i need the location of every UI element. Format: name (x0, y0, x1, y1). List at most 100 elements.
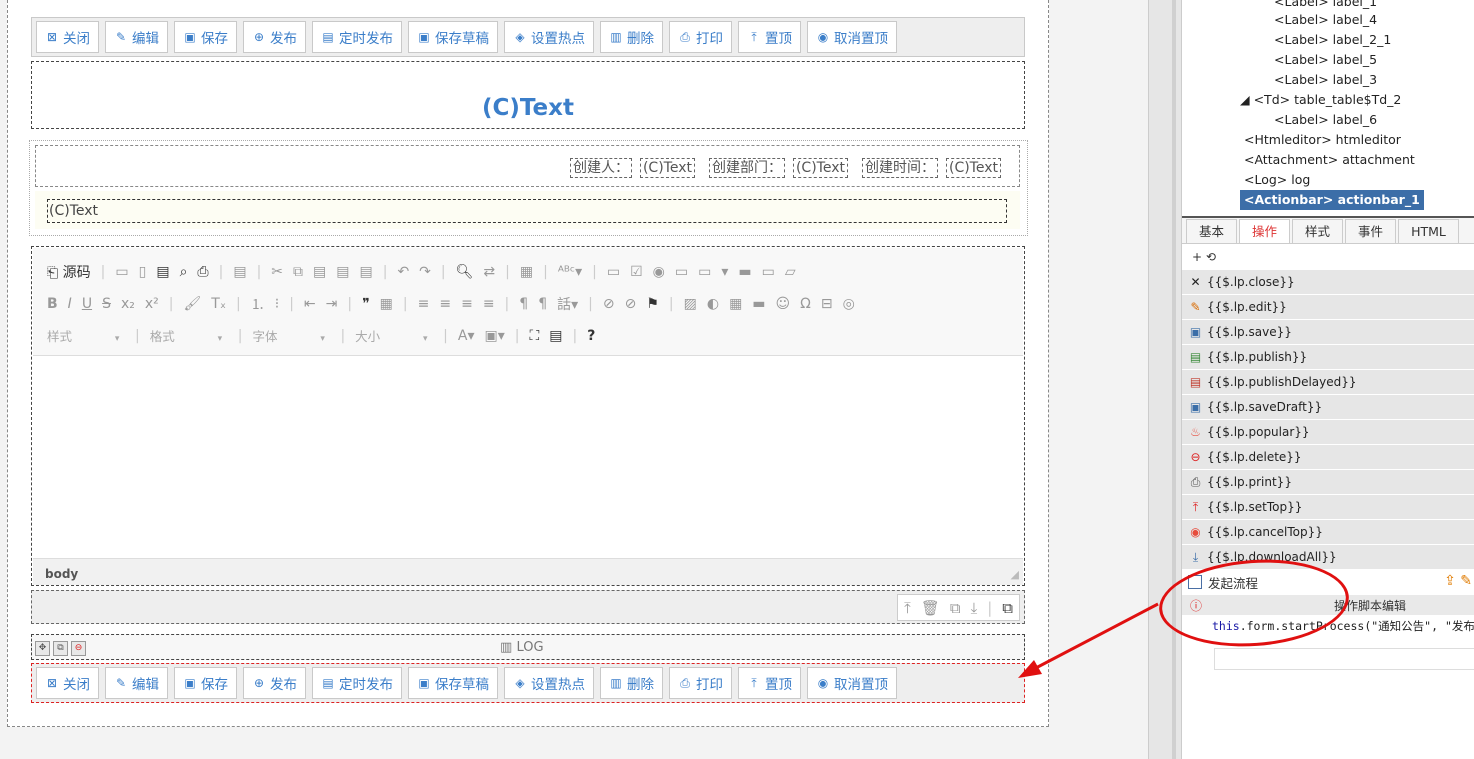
pin-top-button[interactable]: ⤒ 置顶 (738, 667, 801, 699)
draft-button[interactable]: ▣ 保存草稿 (408, 21, 498, 53)
bottom-actionbar[interactable]: ⊠ 关闭 ✎ 编辑 ▣ 保存 ⊕ 发布 ▤ 定时发布 ▣ 保存草稿 ◈ 设置热点 ▥ 删除 ⎙ 打印 ⤒ 置顶 ◉ 取消置… (31, 663, 1025, 703)
tab-1[interactable]: 操作 (1239, 219, 1291, 243)
html-editor[interactable]: ⎗ 源码 | ▭ ▯ ▤ ⌕ ⎙ | ▤ | ✂ ⧉ ▤ ▤ ▤ | ↶ ↷ | 🔍︎ ⇄ | ▦… (31, 246, 1025, 586)
description-field[interactable]: (C)Text (47, 199, 1007, 223)
operation-row[interactable]: ✎ {{$.lp.edit}} (1182, 295, 1474, 320)
textarea-icon[interactable]: ▭ (698, 264, 711, 280)
form-icon[interactable]: ▭ (607, 264, 620, 280)
pdf-icon[interactable]: ▤ (156, 264, 169, 280)
align-right-icon[interactable]: ≡ (461, 296, 473, 312)
tree-node[interactable]: <Label> label_4 (1274, 10, 1377, 30)
replace-icon[interactable]: ⇄ (483, 264, 495, 280)
text-color-button[interactable]: A▾ (458, 328, 475, 344)
find-icon[interactable]: 🔍︎ (456, 264, 474, 280)
align-left-icon[interactable]: ≡ (418, 296, 430, 312)
cut-icon[interactable]: ✂ (271, 264, 283, 280)
tree-node[interactable]: ◢ <Td> table_table$Td_2 (1240, 90, 1401, 110)
print-icon[interactable]: ⎙ (197, 264, 208, 280)
blank-icon[interactable]: ▯ (139, 264, 147, 280)
image-button-icon[interactable]: ▭ (762, 264, 775, 280)
operation-row[interactable]: ▣ {{$.lp.saveDraft}} (1182, 395, 1474, 420)
hotspot-button[interactable]: ◈ 设置热点 (504, 667, 594, 699)
anchor-icon[interactable]: ⚑ (646, 296, 659, 312)
tab-2[interactable]: 样式 (1292, 219, 1344, 243)
show-blocks-icon[interactable]: ▤ (549, 328, 562, 344)
publish-button[interactable]: ⊕ 发布 (243, 667, 306, 699)
meta-value[interactable]: (C)Text (945, 158, 1001, 178)
export-icon[interactable]: ⇪ (1444, 573, 1456, 589)
save-button[interactable]: ▣ 保存 (174, 21, 237, 53)
move-icon[interactable]: ✥ (35, 641, 50, 656)
save-button[interactable]: ▣ 保存 (174, 667, 237, 699)
form-title-box[interactable]: (C)Text (31, 61, 1025, 129)
copy-icon[interactable]: ⧉ (293, 264, 303, 280)
align-center-icon[interactable]: ≡ (439, 296, 451, 312)
textfield-icon[interactable]: ▭ (675, 264, 688, 280)
element-path[interactable]: body (45, 567, 78, 581)
unpin-button[interactable]: ◉ 取消置顶 (807, 667, 897, 699)
select-icon[interactable]: ▾ (721, 264, 728, 280)
edit-button[interactable]: ✎ 编辑 (105, 21, 168, 53)
refresh-icon[interactable]: ⟲ (1206, 250, 1216, 264)
outdent-icon[interactable]: ⇤ (304, 296, 316, 312)
undo-icon[interactable]: ↶ (397, 264, 409, 280)
iframe-icon[interactable]: ◎ (843, 296, 855, 312)
select-all-icon[interactable]: ▦ (520, 264, 533, 280)
operation-row[interactable]: ▣ {{$.lp.save}} (1182, 320, 1474, 345)
subscript-icon[interactable]: x₂ (121, 296, 135, 312)
flash-icon[interactable]: ◐ (707, 296, 719, 312)
spellcheck-icon[interactable]: ᴬᴮᶜ▾ (558, 264, 582, 280)
indent-icon[interactable]: ⇥ (326, 296, 338, 312)
ltr-icon[interactable]: ¶ (519, 296, 528, 312)
upload-icon[interactable]: ⤒ (904, 599, 911, 617)
delete-button[interactable]: ▥ 删除 (600, 21, 663, 53)
bullet-list-icon[interactable]: ⁝ (275, 296, 279, 312)
bold-icon[interactable]: B (47, 296, 58, 312)
publish-button[interactable]: ⊕ 发布 (243, 21, 306, 53)
remove-format-icon[interactable]: Tₓ (211, 296, 226, 312)
rtl-icon[interactable]: ¶ (538, 296, 547, 312)
draft-button[interactable]: ▣ 保存草稿 (408, 667, 498, 699)
tree-node[interactable]: <Attachment> attachment (1244, 150, 1415, 170)
strike-icon[interactable]: S (102, 296, 111, 312)
tree-node[interactable]: <Label> label_5 (1274, 50, 1377, 70)
paste-icon[interactable]: ▤ (313, 264, 326, 280)
edit-button[interactable]: ✎ 编辑 (105, 667, 168, 699)
script-code-box[interactable] (1214, 648, 1474, 670)
resize-handle-icon[interactable]: ◢ (1011, 568, 1019, 581)
link-icon[interactable]: ⊘ (603, 296, 615, 312)
blockquote-icon[interactable]: ❞ (362, 296, 370, 312)
numbered-list-icon[interactable]: ⒈ (251, 294, 265, 314)
operation-row[interactable]: ⎙ {{$.lp.print}} (1182, 470, 1474, 495)
operation-row[interactable]: ▤ {{$.lp.publishDelayed}} (1182, 370, 1474, 395)
hidden-field-icon[interactable]: ▱ (785, 264, 796, 280)
operation-row[interactable]: ⤒ {{$.lp.setTop}} (1182, 495, 1474, 520)
tree-node-selected[interactable]: <Actionbar> actionbar_1 (1240, 190, 1424, 210)
operation-row[interactable]: ▤ {{$.lp.publish}} (1182, 345, 1474, 370)
schedule-button[interactable]: ▤ 定时发布 (312, 667, 402, 699)
remove-icon[interactable]: ⊖ (71, 641, 86, 656)
unlink-icon[interactable]: ⊘ (625, 296, 637, 312)
operation-row[interactable]: ♨ {{$.lp.popular}} (1182, 420, 1474, 445)
tree-node[interactable]: <Htmleditor> htmleditor (1244, 130, 1401, 150)
unpin-button[interactable]: ◉ 取消置顶 (807, 21, 897, 53)
pagebreak-icon[interactable]: ⊟ (821, 296, 833, 312)
table-icon[interactable]: ▦ (729, 296, 742, 312)
editor-select[interactable]: 格式 ▾ (150, 326, 228, 345)
underline-icon[interactable]: U (82, 296, 92, 312)
close-button[interactable]: ⊠ 关闭 (36, 21, 99, 53)
hotspot-button[interactable]: ◈ 设置热点 (504, 21, 594, 53)
redo-icon[interactable]: ↷ (419, 264, 431, 280)
text-color-button[interactable]: ▣▾ (484, 328, 504, 344)
tree-node[interactable]: <Label> label_3 (1274, 70, 1377, 90)
image-icon[interactable]: ▨ (684, 296, 697, 312)
help-button[interactable]: ? (587, 328, 595, 344)
edit-icon[interactable]: ✎ (1460, 573, 1472, 589)
download-icon[interactable]: ⤓ (971, 599, 978, 617)
template-icon[interactable]: ▤ (233, 264, 246, 280)
tab-0[interactable]: 基本 (1186, 219, 1238, 243)
smiley-icon[interactable]: ☺ (776, 296, 791, 312)
replace-icon[interactable]: ⧉ (950, 599, 961, 617)
preview-icon[interactable]: ⌕ (180, 264, 188, 280)
operation-row[interactable]: ✕ {{$.lp.close}} (1182, 270, 1474, 295)
